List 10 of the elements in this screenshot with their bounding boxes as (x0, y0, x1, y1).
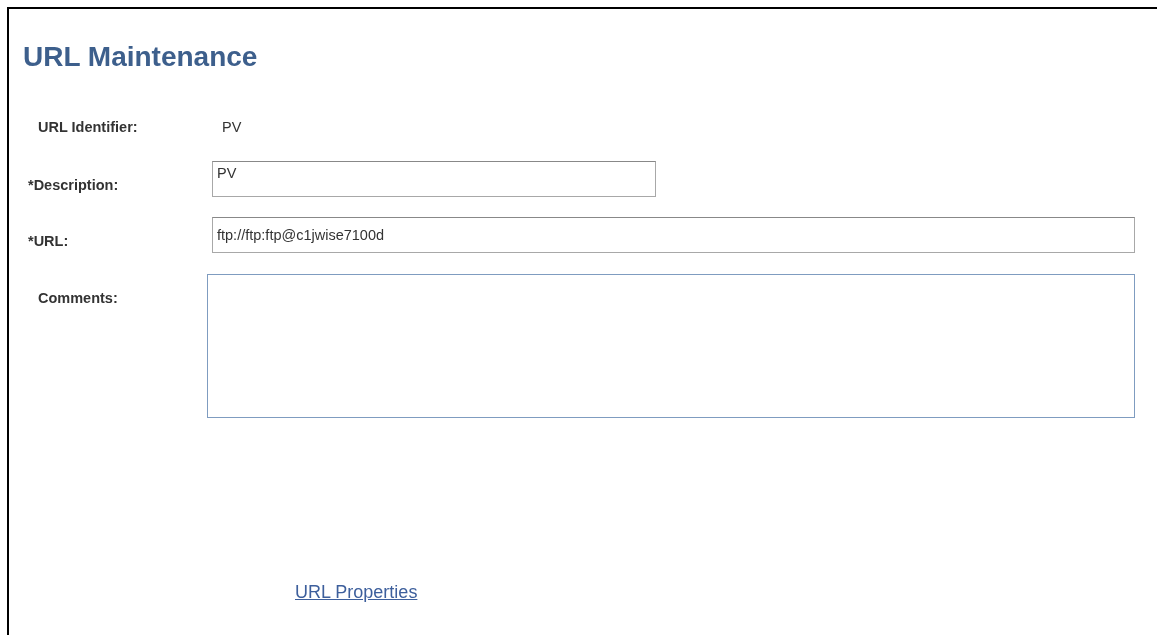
field-label: *URL: (28, 233, 70, 249)
comments-field[interactable] (207, 274, 1135, 418)
input-field[interactable]: PV (212, 161, 656, 197)
input-field[interactable]: ftp://ftp:ftp@c1jwise7100d (212, 217, 1135, 253)
field-label: *Description: (28, 177, 120, 193)
url-properties-link[interactable]: URL Properties (295, 582, 418, 603)
page-title: URL Maintenance (23, 40, 259, 74)
field-value: PV (222, 119, 242, 135)
field-label: URL Identifier: (38, 119, 139, 135)
field-label: Comments: (38, 290, 119, 306)
